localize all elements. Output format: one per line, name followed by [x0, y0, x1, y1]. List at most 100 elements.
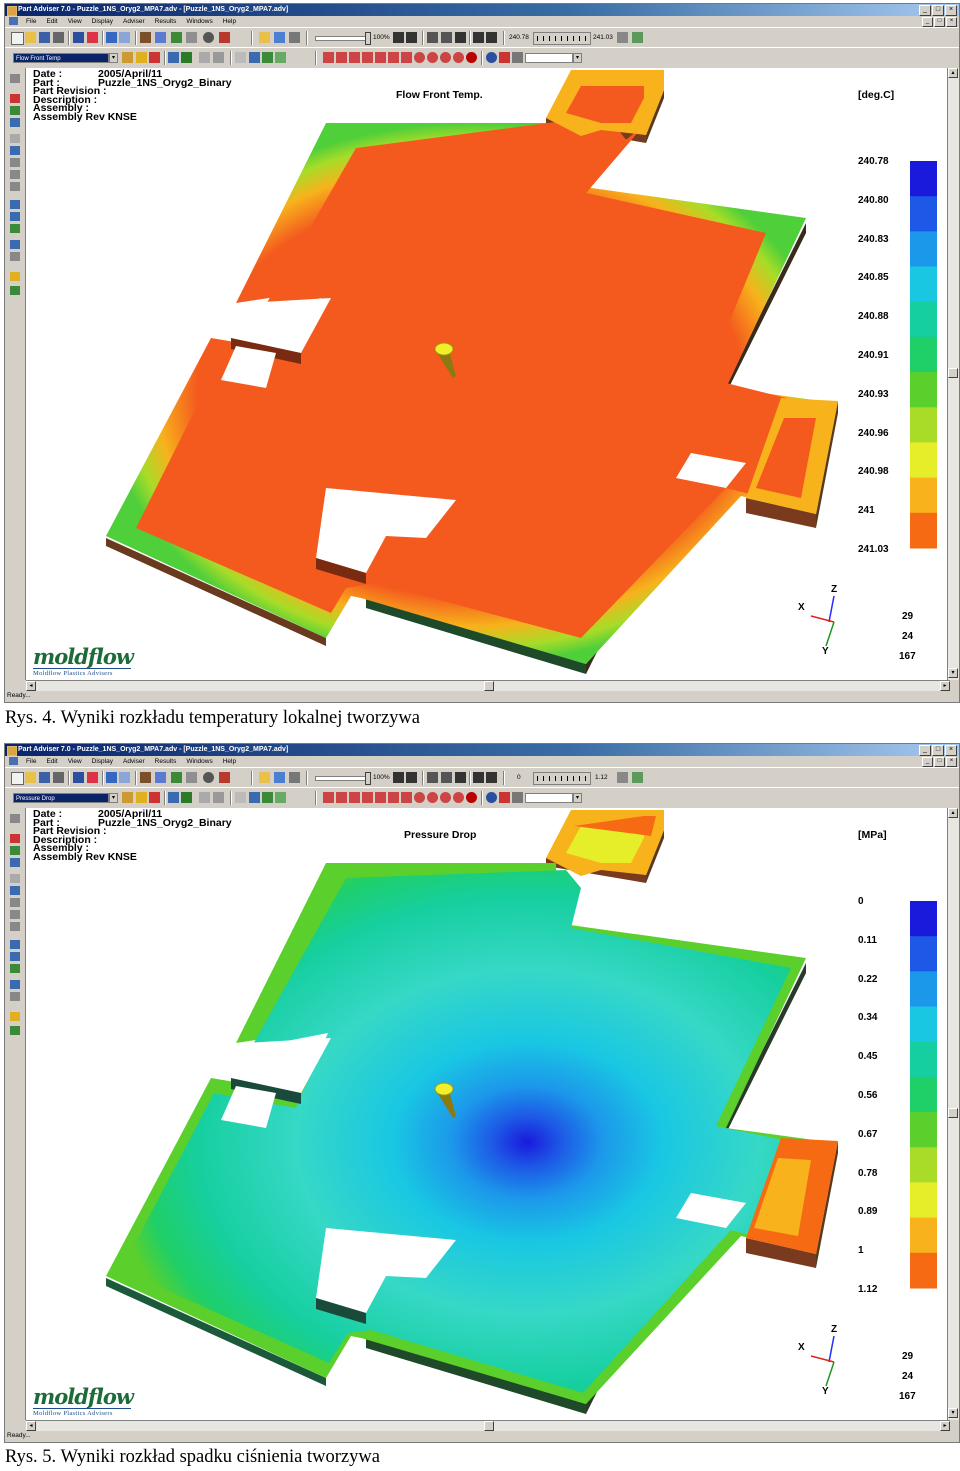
center-icon[interactable]: [10, 940, 20, 949]
plot-icon[interactable]: [262, 52, 273, 63]
step-forward-icon[interactable]: [406, 32, 417, 43]
menu-file[interactable]: File: [21, 16, 41, 27]
probe-tool-icon[interactable]: [10, 252, 20, 261]
redo-icon[interactable]: [119, 772, 130, 783]
scroll-thumb[interactable]: [948, 368, 958, 378]
doc-restore-button[interactable]: □: [934, 757, 945, 767]
refresh-icon[interactable]: [632, 772, 643, 783]
section-icon[interactable]: [10, 224, 20, 233]
view-top-icon[interactable]: [10, 118, 20, 127]
chart-icon[interactable]: [181, 792, 192, 803]
bounce-icon[interactable]: [486, 32, 497, 43]
stop-icon[interactable]: [427, 772, 438, 783]
doc-minimize-button[interactable]: _: [922, 17, 933, 27]
run-icon[interactable]: [219, 772, 230, 783]
zoom-box-icon[interactable]: [10, 910, 20, 919]
slider-handle[interactable]: [365, 32, 371, 45]
minimize-button[interactable]: _: [919, 5, 931, 16]
report-icon[interactable]: [213, 792, 224, 803]
sphere-1-icon[interactable]: [414, 52, 425, 63]
probe-icon[interactable]: [512, 52, 523, 63]
grid-icon[interactable]: [168, 792, 179, 803]
menu-adviser[interactable]: Adviser: [118, 756, 150, 767]
scroll-right-icon[interactable]: ▸: [940, 681, 950, 691]
pan-icon[interactable]: [10, 134, 20, 143]
section-icon[interactable]: [10, 964, 20, 973]
chevron-down-icon[interactable]: ▾: [109, 793, 118, 803]
camera-icon[interactable]: [73, 32, 84, 43]
layout-icon[interactable]: [235, 52, 246, 63]
cube-view-1-icon[interactable]: [323, 792, 334, 803]
cube-view-2-icon[interactable]: [336, 52, 347, 63]
scroll-down-icon[interactable]: ▾: [948, 1408, 958, 1418]
analysis-icon[interactable]: [155, 772, 166, 783]
gate-icon[interactable]: [140, 32, 151, 43]
scroll-left-icon[interactable]: ◂: [26, 681, 36, 691]
print-icon[interactable]: [53, 772, 64, 783]
tips-icon[interactable]: [289, 32, 300, 43]
doc-close-button[interactable]: ×: [946, 17, 957, 27]
link-icon[interactable]: [10, 980, 20, 989]
sphere-1-icon[interactable]: [414, 792, 425, 803]
view-top-icon[interactable]: [10, 858, 20, 867]
doc-close-button[interactable]: ×: [946, 757, 957, 767]
play-icon[interactable]: [455, 772, 466, 783]
plot-icon[interactable]: [262, 792, 273, 803]
whats-this-icon[interactable]: [274, 32, 285, 43]
cube-view-2-icon[interactable]: [336, 792, 347, 803]
scroll-up-icon[interactable]: ▴: [948, 808, 958, 818]
scale-icon[interactable]: [617, 772, 628, 783]
refresh-icon[interactable]: [632, 32, 643, 43]
scroll-left-icon[interactable]: ◂: [26, 1421, 36, 1431]
link-icon[interactable]: [10, 240, 20, 249]
model-icon[interactable]: [275, 52, 286, 63]
gate-icon[interactable]: [140, 772, 151, 783]
cube-view-4-icon[interactable]: [362, 52, 373, 63]
menu-display[interactable]: Display: [87, 756, 118, 767]
save-icon[interactable]: [39, 32, 50, 43]
menu-windows[interactable]: Windows: [181, 16, 217, 27]
animation-slider[interactable]: [315, 36, 369, 41]
cube-view-4-icon[interactable]: [362, 792, 373, 803]
cube-view-1-icon[interactable]: [323, 52, 334, 63]
measure-icon[interactable]: [10, 952, 20, 961]
sun-icon[interactable]: [136, 52, 147, 63]
tips-icon[interactable]: [289, 772, 300, 783]
close-button[interactable]: ×: [945, 745, 957, 756]
vertical-scrollbar[interactable]: ▴ ▾: [947, 68, 959, 680]
drop-icon[interactable]: [486, 52, 497, 63]
cube-view-5-icon[interactable]: [375, 792, 386, 803]
probe-icon[interactable]: [512, 792, 523, 803]
zoom-icon[interactable]: [10, 898, 20, 907]
menu-edit[interactable]: Edit: [41, 756, 62, 767]
results-icon[interactable]: [122, 52, 133, 63]
cube-view-3-icon[interactable]: [349, 792, 360, 803]
filter-icon[interactable]: [10, 272, 20, 281]
menu-help[interactable]: Help: [218, 16, 241, 27]
cut-icon[interactable]: [87, 772, 98, 783]
sphere-3-icon[interactable]: [440, 52, 451, 63]
scroll-thumb[interactable]: [484, 1421, 494, 1431]
cube-view-5-icon[interactable]: [375, 52, 386, 63]
table-icon[interactable]: [199, 792, 210, 803]
slider-handle[interactable]: [365, 772, 371, 785]
pause-icon[interactable]: [441, 772, 452, 783]
fit-icon[interactable]: [10, 922, 20, 931]
sphere-5-icon[interactable]: [466, 52, 477, 63]
menu-help[interactable]: Help: [218, 756, 241, 767]
zoom-icon[interactable]: [10, 158, 20, 167]
value-field[interactable]: [525, 53, 573, 63]
scroll-right-icon[interactable]: ▸: [940, 1421, 950, 1431]
loop-icon[interactable]: [473, 772, 484, 783]
analysis-icon[interactable]: [155, 32, 166, 43]
save-icon[interactable]: [39, 772, 50, 783]
process-icon[interactable]: [186, 32, 197, 43]
horizontal-scrollbar[interactable]: ◂ ▸: [26, 680, 950, 691]
results-icon[interactable]: [122, 792, 133, 803]
step-back-icon[interactable]: [393, 772, 404, 783]
chevron-down-icon[interactable]: ▾: [573, 793, 582, 803]
filter-icon[interactable]: [10, 1012, 20, 1021]
cube-view-3-icon[interactable]: [349, 52, 360, 63]
view-front-icon[interactable]: [10, 834, 20, 843]
record-icon[interactable]: [203, 772, 214, 783]
